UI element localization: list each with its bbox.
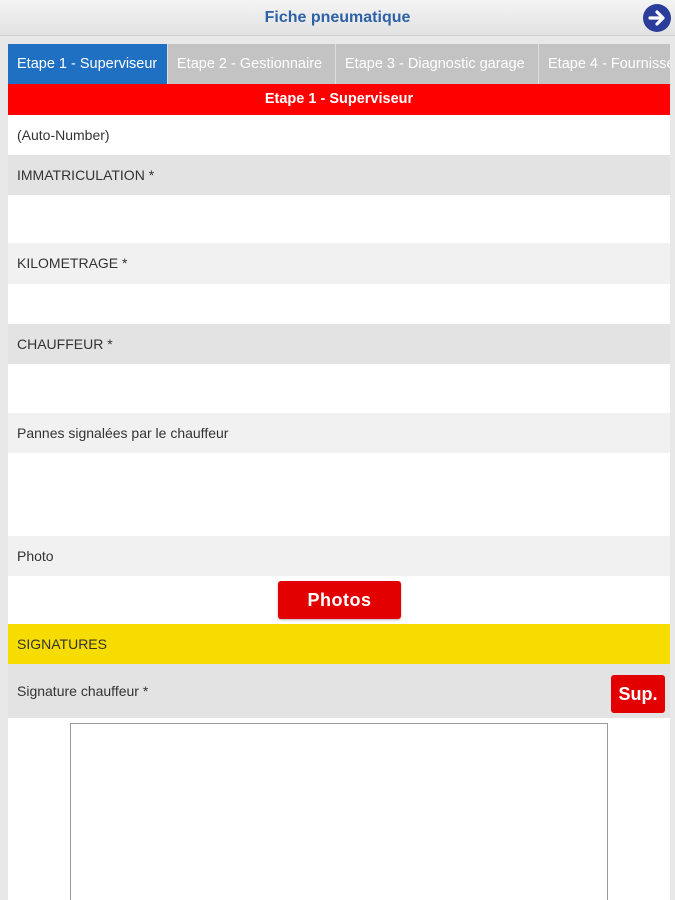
- pannes-label: Pannes signalées par le chauffeur: [8, 413, 670, 453]
- kilometrage-label: KILOMETRAGE *: [8, 243, 670, 284]
- tab-etape-4[interactable]: Etape 4 - Fournisseur: [539, 44, 670, 84]
- signature-pad[interactable]: [70, 723, 608, 900]
- immatriculation-label: IMMATRICULATION *: [8, 155, 670, 195]
- clear-signature-button[interactable]: Sup.: [611, 675, 665, 713]
- arrow-right-icon: [648, 10, 665, 26]
- photo-label: Photo: [8, 536, 670, 576]
- photos-button[interactable]: Photos: [278, 581, 401, 619]
- auto-number: (Auto-Number): [8, 115, 670, 155]
- step-banner: Etape 1 - Superviseur: [8, 84, 670, 115]
- signature-chauffeur-label: Signature chauffeur *: [8, 664, 670, 718]
- step-tabs: Etape 1 - Superviseur Etape 2 - Gestionn…: [8, 44, 670, 84]
- immatriculation-field[interactable]: [8, 195, 670, 243]
- tab-etape-2[interactable]: Etape 2 - Gestionnaire: [168, 44, 336, 84]
- chauffeur-label: CHAUFFEUR *: [8, 324, 670, 364]
- pannes-textarea[interactable]: [8, 453, 670, 536]
- title-bar: Fiche pneumatique: [0, 0, 675, 36]
- next-button[interactable]: [643, 4, 671, 32]
- tab-etape-3[interactable]: Etape 3 - Diagnostic garage: [336, 44, 539, 84]
- kilometrage-field[interactable]: [8, 284, 670, 324]
- signatures-section-header: SIGNATURES: [8, 624, 670, 664]
- chauffeur-field[interactable]: [8, 364, 670, 413]
- tab-etape-1[interactable]: Etape 1 - Superviseur: [8, 44, 168, 84]
- page-title: Fiche pneumatique: [264, 9, 411, 26]
